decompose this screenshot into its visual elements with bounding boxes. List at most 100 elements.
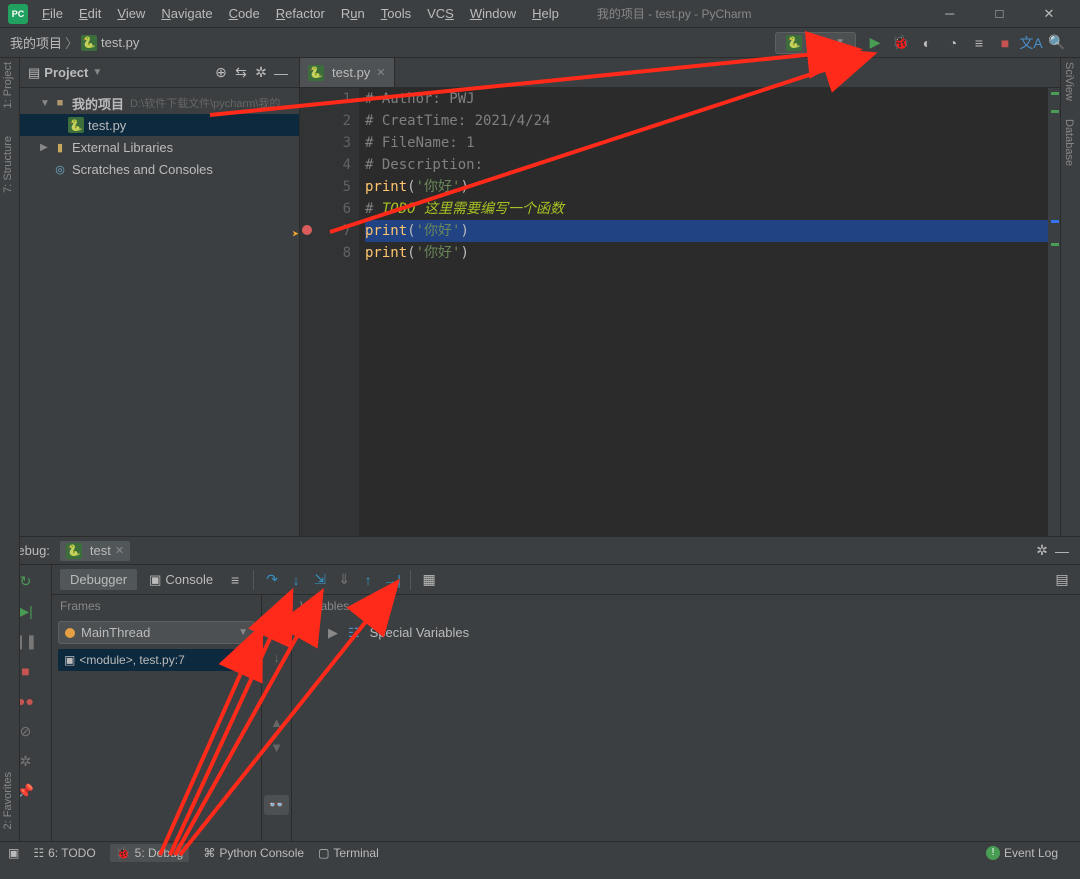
run-to-cursor-button[interactable]: →| — [382, 570, 402, 590]
chevron-down-icon[interactable]: ▼ — [270, 740, 283, 755]
breakpoint-marker[interactable] — [302, 225, 312, 235]
debug-header: Debug: 🐍 test ✕ ✲ — — [0, 537, 1080, 565]
add-watch-button[interactable]: + — [298, 625, 318, 645]
debug-button[interactable]: 🐞 — [888, 30, 914, 56]
search-button[interactable]: 🔍 — [1044, 30, 1070, 56]
run-button[interactable]: ▶ — [862, 30, 888, 56]
python-file-icon: 🐍 — [68, 117, 84, 133]
chevron-down-icon[interactable]: ▼ — [92, 67, 102, 78]
breadcrumb-file[interactable]: test.py — [101, 35, 139, 50]
code-line-6-cm: # — [365, 201, 382, 217]
frame-down-button[interactable]: ↓ — [273, 650, 280, 665]
hide-icon[interactable]: — — [1052, 541, 1072, 561]
maximize-button[interactable]: □ — [976, 0, 1022, 27]
menu-view[interactable]: View — [109, 3, 153, 24]
menu-run[interactable]: Run — [333, 3, 373, 24]
menu-navigate[interactable]: Navigate — [153, 3, 220, 24]
tree-file-testpy[interactable]: 🐍 test.py — [20, 114, 299, 136]
close-icon[interactable]: ✕ — [115, 544, 124, 557]
status-todo-label: 6: TODO — [48, 846, 96, 860]
gear-icon[interactable]: ✲ — [1032, 541, 1052, 561]
rail-favorites[interactable]: 2: Favorites — [0, 768, 16, 833]
hide-icon[interactable]: — — [271, 63, 291, 83]
editor-tab-testpy[interactable]: 🐍 test.py ✕ — [300, 58, 395, 87]
code-line-6-rest: 这里需要编写一个函数 — [416, 201, 564, 217]
gear-icon[interactable]: ✲ — [251, 63, 271, 83]
step-into-button[interactable]: ↓ — [286, 570, 306, 590]
run-config-selector[interactable]: 🐍 test ▼ — [775, 32, 856, 54]
project-panel-title: Project — [44, 65, 88, 80]
rail-database[interactable]: Database — [1061, 115, 1077, 170]
menu-vcs[interactable]: VCS — [419, 3, 462, 24]
code-line-3: # FileName: 1 — [365, 135, 475, 151]
special-variables-label[interactable]: Special Variables — [370, 625, 469, 640]
menu-refactor[interactable]: Refactor — [268, 3, 333, 24]
frame-label: <module>, test.py:7 — [79, 653, 184, 667]
close-button[interactable]: ✕ — [1026, 0, 1072, 28]
debugger-tab[interactable]: Debugger — [60, 569, 137, 590]
tool-window-button[interactable]: ▣ — [8, 846, 19, 860]
code-line-7-str: '你好' — [416, 223, 461, 239]
breakpoint-strip[interactable]: ➤ — [300, 88, 314, 536]
left-tool-rail: 1: Project 7: Structure — [0, 58, 20, 536]
force-step-button[interactable]: ⇓ — [334, 570, 354, 590]
menu-edit[interactable]: Edit — [71, 3, 109, 24]
step-into-my-button[interactable]: ⇲ — [310, 570, 330, 590]
code-line-5-str: '你好' — [416, 179, 461, 195]
step-out-button[interactable]: ↑ — [358, 570, 378, 590]
menu-file[interactable]: File — [34, 3, 71, 24]
python-icon: 🐍 — [66, 543, 82, 559]
debug-content: Frames MainThread ▼ ▣ <module>, test.py:… — [52, 595, 1080, 841]
app-icon: PC — [8, 4, 28, 24]
profile-button[interactable]: ◔ — [940, 30, 966, 56]
frame-up-button[interactable]: ↑ — [273, 625, 280, 640]
frame-row[interactable]: ▣ <module>, test.py:7 — [58, 649, 255, 671]
translate-button[interactable]: 文A — [1018, 30, 1044, 56]
menu-help[interactable]: Help — [524, 3, 567, 24]
breadcrumb-project[interactable]: 我的项目 — [10, 33, 62, 52]
error-strip[interactable] — [1048, 88, 1060, 536]
console-tab[interactable]: ▣ Console — [141, 569, 221, 591]
status-pyconsole[interactable]: ⌘Python Console — [203, 846, 304, 860]
expand-icon[interactable]: ▶ — [328, 625, 338, 641]
tree-project-root[interactable]: ▼ ■ 我的项目 D:\软件下载文件\pycharm\我的 — [20, 92, 299, 114]
concurrency-button[interactable]: ≡ — [966, 30, 992, 56]
code-body[interactable]: # Author: PWJ # CreatTime: 2021/4/24 # F… — [359, 88, 1048, 536]
status-debug[interactable]: 🐞5: Debug — [110, 844, 190, 862]
coverage-button[interactable]: ◐ — [914, 30, 940, 56]
chevron-up-icon[interactable]: ▲ — [270, 715, 283, 730]
console-icon: ▣ — [149, 572, 161, 588]
debug-config-tab[interactable]: 🐍 test ✕ — [60, 541, 130, 561]
code-area[interactable]: ➤ 1234 5678 # Author: PWJ # CreatTime: 2… — [300, 88, 1060, 536]
variables-label: Variables — [292, 595, 1080, 619]
thread-status-icon — [65, 628, 75, 638]
folder-icon: ■ — [52, 95, 68, 111]
thread-selector[interactable]: MainThread ▼ — [58, 621, 255, 644]
status-eventlog[interactable]: !Event Log — [986, 846, 1058, 860]
menu-tools[interactable]: Tools — [373, 3, 419, 24]
project-panel: ▤ Project ▼ ⊕ ⇆ ✲ — ▼ ■ 我的项目 D:\软件下载文件\p… — [20, 58, 300, 536]
evaluate-button[interactable]: ▦ — [419, 570, 439, 590]
code-line-6-todo: TODO — [382, 201, 416, 217]
gutter[interactable]: 1234 5678 — [314, 88, 359, 536]
rail-structure[interactable]: 7: Structure — [0, 132, 16, 197]
code-line-1: # Author: PWJ — [365, 91, 475, 107]
expand-icon[interactable]: ⇆ — [231, 63, 251, 83]
layout-button[interactable]: ▤ — [1052, 570, 1072, 590]
locate-icon[interactable]: ⊕ — [211, 63, 231, 83]
menu-window[interactable]: Window — [462, 3, 524, 24]
threads-icon[interactable]: ≡ — [225, 570, 245, 590]
minimize-button[interactable]: ─ — [927, 0, 973, 27]
tab-close-icon[interactable]: ✕ — [376, 66, 385, 79]
debug-config-name: test — [90, 543, 111, 558]
tree-scratches[interactable]: ◎ Scratches and Consoles — [20, 158, 299, 180]
rail-project[interactable]: 1: Project — [0, 58, 16, 112]
status-terminal[interactable]: ▢Terminal — [318, 846, 379, 860]
rail-sciview[interactable]: SciView — [1061, 58, 1077, 105]
stop-button[interactable]: ■ — [992, 30, 1018, 56]
tree-external-libraries[interactable]: ▶ ▮ External Libraries — [20, 136, 299, 158]
step-over-button[interactable]: ↷ — [262, 570, 282, 590]
status-todo[interactable]: ☷6: TODO — [33, 846, 95, 860]
glasses-icon[interactable]: 👓 — [264, 795, 288, 815]
menu-code[interactable]: Code — [221, 3, 268, 24]
